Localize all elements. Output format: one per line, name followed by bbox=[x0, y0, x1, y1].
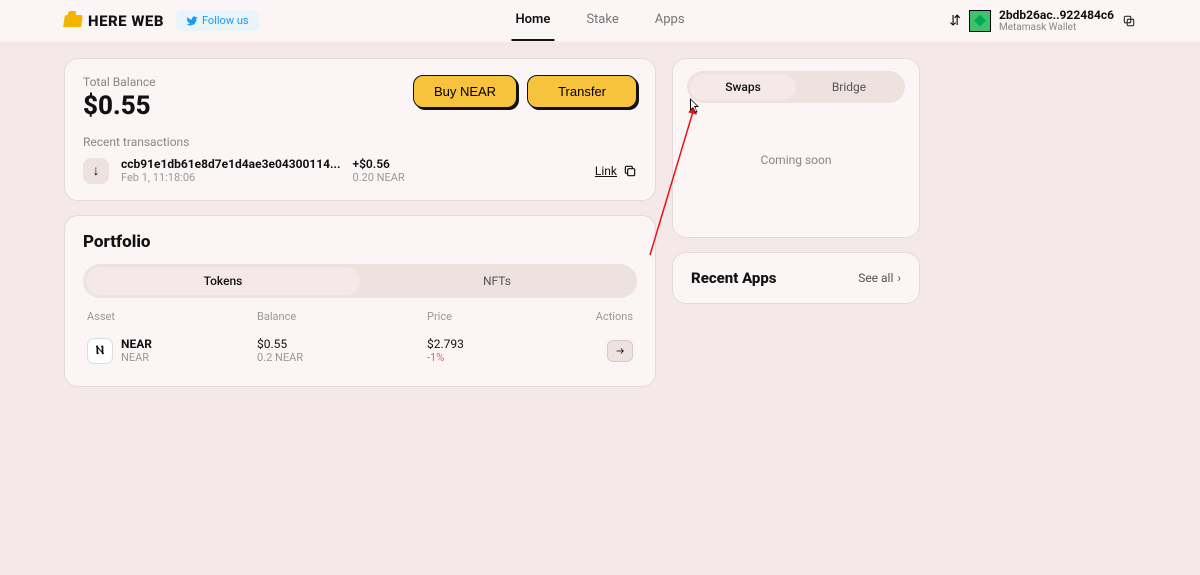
nav-tabs: Home Stake Apps bbox=[511, 0, 688, 41]
portfolio-segment: Tokens NFTs bbox=[83, 264, 637, 298]
wallet-avatar bbox=[969, 10, 991, 32]
asset-name: NEAR bbox=[121, 337, 152, 351]
asset-action-button[interactable] bbox=[607, 340, 633, 362]
recent-apps-title: Recent Apps bbox=[691, 269, 777, 287]
copy-icon[interactable] bbox=[1122, 14, 1136, 28]
tab-stake[interactable]: Stake bbox=[582, 0, 622, 41]
tab-nfts[interactable]: NFTs bbox=[360, 267, 634, 295]
coming-soon-label: Coming soon bbox=[687, 103, 905, 237]
follow-us-label: Follow us bbox=[202, 14, 249, 27]
top-nav: HERE WEB Follow us Home Stake Apps ⇵ 2bd… bbox=[0, 0, 1200, 42]
swap-icon[interactable]: ⇵ bbox=[949, 13, 961, 29]
portfolio-header: Asset Balance Price Actions bbox=[83, 310, 637, 331]
asset-price: $2.793 bbox=[427, 337, 573, 351]
recent-apps-card: Recent Apps See all › bbox=[672, 252, 920, 304]
transaction-link-label: Link bbox=[595, 164, 617, 178]
col-actions: Actions bbox=[573, 310, 633, 323]
transaction-row: ↓ ccb91e1db61e8d7e1d4ae3e04300114... Feb… bbox=[83, 157, 637, 184]
total-balance-label: Total Balance bbox=[83, 75, 156, 89]
transfer-button[interactable]: Transfer bbox=[527, 75, 637, 108]
tab-bridge[interactable]: Bridge bbox=[796, 74, 902, 100]
incoming-icon: ↓ bbox=[83, 158, 109, 184]
swaps-segment: Swaps Bridge bbox=[687, 71, 905, 103]
transaction-link[interactable]: Link bbox=[595, 164, 637, 178]
asset-change: -1% bbox=[427, 351, 573, 364]
tab-home[interactable]: Home bbox=[511, 0, 554, 41]
transaction-hash: ccb91e1db61e8d7e1d4ae3e04300114... bbox=[121, 157, 340, 171]
total-balance-value: $0.55 bbox=[83, 91, 156, 121]
portfolio-card: Portfolio Tokens NFTs Asset Balance Pric… bbox=[64, 215, 656, 387]
col-balance: Balance bbox=[257, 310, 427, 323]
tab-apps[interactable]: Apps bbox=[651, 0, 689, 41]
see-all-label: See all bbox=[858, 271, 893, 285]
follow-us-button[interactable]: Follow us bbox=[176, 10, 259, 31]
balance-card: Total Balance $0.55 Buy NEAR Transfer Re… bbox=[64, 58, 656, 201]
swaps-card: Swaps Bridge Coming soon bbox=[672, 58, 920, 238]
wallet-info: 2bdb26ac..922484c6 Metamask Wallet bbox=[999, 8, 1114, 33]
tab-swaps[interactable]: Swaps bbox=[690, 74, 796, 100]
brand-name: HERE WEB bbox=[88, 12, 164, 30]
external-link-icon bbox=[623, 164, 637, 178]
cursor-icon bbox=[690, 98, 702, 114]
chevron-right-icon: › bbox=[897, 271, 901, 285]
asset-symbol: NEAR bbox=[121, 351, 152, 364]
transaction-amount-native: 0.20 NEAR bbox=[352, 171, 404, 184]
wallet-address: 2bdb26ac..922484c6 bbox=[999, 8, 1114, 22]
wallet-widget[interactable]: ⇵ 2bdb26ac..922484c6 Metamask Wallet bbox=[949, 8, 1136, 33]
col-asset: Asset bbox=[87, 310, 257, 323]
near-icon: Ⲛ bbox=[87, 338, 113, 364]
transaction-amount-usd: +$0.56 bbox=[352, 157, 404, 171]
table-row: Ⲛ NEAR NEAR $0.55 0.2 NEAR $2.793 -1% bbox=[83, 331, 637, 370]
recent-transactions-label: Recent transactions bbox=[83, 135, 637, 149]
brand: HERE WEB bbox=[64, 12, 164, 30]
tab-tokens[interactable]: Tokens bbox=[86, 267, 360, 295]
arrow-right-icon bbox=[613, 346, 627, 356]
main-content: Total Balance $0.55 Buy NEAR Transfer Re… bbox=[0, 42, 1200, 403]
see-all-link[interactable]: See all › bbox=[858, 271, 901, 285]
wallet-provider: Metamask Wallet bbox=[999, 22, 1114, 33]
portfolio-title: Portfolio bbox=[83, 232, 637, 252]
brand-icon bbox=[63, 15, 83, 27]
twitter-icon bbox=[186, 15, 198, 27]
asset-balance-native: 0.2 NEAR bbox=[257, 351, 427, 364]
col-price: Price bbox=[427, 310, 573, 323]
buy-near-button[interactable]: Buy NEAR bbox=[413, 75, 517, 108]
transaction-date: Feb 1, 11:18:06 bbox=[121, 171, 340, 184]
asset-balance-usd: $0.55 bbox=[257, 337, 427, 351]
